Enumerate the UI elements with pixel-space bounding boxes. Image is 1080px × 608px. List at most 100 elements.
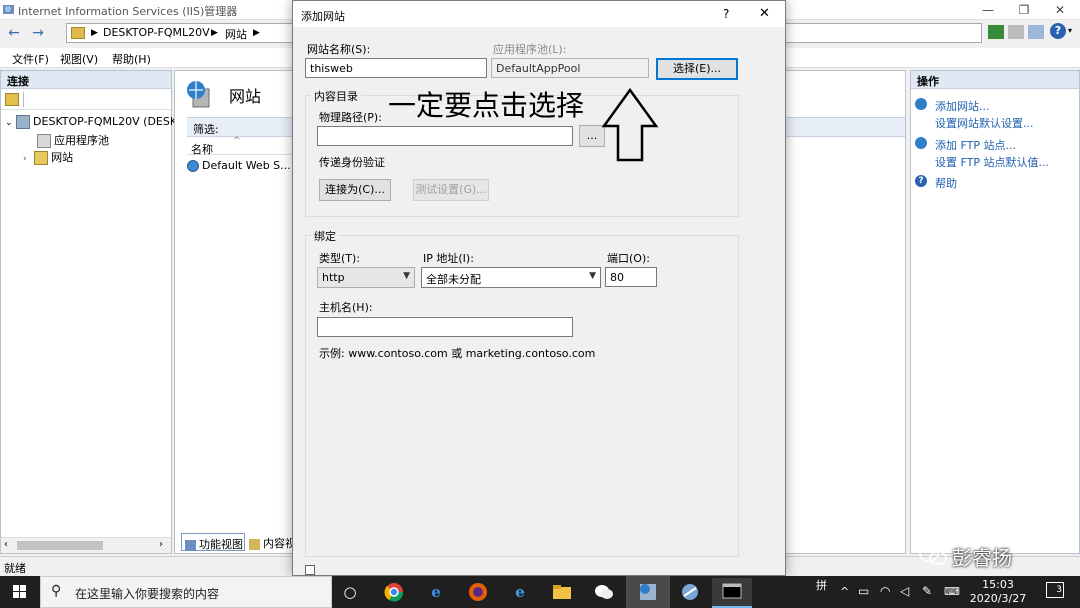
connections-toolbar [1,90,171,110]
taskbar-search-box[interactable]: ⚲ 在这里输入你要搜索的内容 [40,576,332,608]
tree-sites-label: 网站 [51,151,74,164]
scroll-left-icon[interactable]: ‹ [4,539,8,550]
passthrough-auth-label: 传递身份验证 [319,156,385,169]
menu-file[interactable]: 文件(F) [12,51,49,67]
column-name-label: 名称 [191,143,213,156]
clock-date: 2020/3/27 [969,592,1027,605]
action-help[interactable]: 帮助 [935,175,957,191]
actions-header: 操作 [911,71,1079,89]
port-label: 端口(O): [607,252,650,265]
actions-pane: 操作 添加网站... 设置网站默认设置... 添加 FTP 站点... 设置 F… [910,70,1080,554]
column-header-name[interactable]: 名称 ^ [187,136,293,156]
site-name-cell: Default Web S... [202,159,291,172]
control-panel-icon[interactable] [676,580,704,604]
chevron-up-icon[interactable]: ^ [840,585,849,598]
physical-path-input[interactable] [317,126,573,146]
tab-features-view[interactable]: 功能视图 [181,533,245,551]
annotation-text: 一定要点击选择 [388,89,585,122]
volume-icon[interactable]: ◁ [900,584,909,598]
search-icon: ⚲ [51,583,62,599]
horizontal-scrollbar[interactable]: ‹ › [1,537,171,553]
connections-header: 连接 [1,71,171,89]
cmd-taskbar-button[interactable] [712,578,752,608]
chevron-down-icon: ▼ [403,271,410,281]
collapse-icon[interactable]: ⌄ [5,118,13,128]
ime-indicator[interactable]: 拼 [816,577,827,593]
breadcrumb-sites[interactable]: 网站 [225,26,247,42]
help-dropdown-icon[interactable]: ▾ [1068,26,1072,35]
action-site-defaults[interactable]: 设置网站默认设置... [935,115,1034,131]
system-clock[interactable]: 15:03 2020/3/27 [960,578,1036,606]
menu-help[interactable]: 帮助(H) [112,51,151,67]
iis-taskbar-button-active[interactable] [626,576,670,608]
connect-as-button[interactable]: 连接为(C)... [319,179,391,201]
home-icon[interactable] [1028,25,1044,39]
features-view-icon [185,539,196,551]
edge-icon[interactable]: e [422,580,450,604]
table-row[interactable]: Default Web S... [187,159,297,175]
task-view-icon[interactable]: ○ [336,580,364,604]
iis-app-icon [2,3,15,16]
server-icon [16,115,31,129]
firefox-icon[interactable] [464,580,492,604]
tree-node-app-pools[interactable]: 应用程序池 [37,132,109,148]
chevron-down-icon: ▼ [589,271,596,281]
site-name-input[interactable]: thisweb [305,58,487,78]
tree-node-server[interactable]: ⌄ DESKTOP-FQML20V (DESK [5,115,177,129]
sites-title: 网站 [229,87,262,106]
connect-icon[interactable] [5,93,19,106]
type-select[interactable]: http ▼ [317,267,415,288]
action-add-site[interactable]: 添加网站... [935,98,990,114]
ip-address-select[interactable]: 全部未分配 ▼ [421,267,601,288]
type-label: 类型(T): [319,252,361,265]
tree-node-sites[interactable]: › 网站 [23,149,73,165]
tree-server-label: DESKTOP-FQML20V (DESK [33,115,178,128]
chrome-icon[interactable] [380,580,408,604]
network-icon[interactable]: ▭ [858,584,869,598]
filter-label: 筛选: [193,123,219,136]
host-name-input[interactable] [317,317,573,337]
help-icon[interactable]: ? [1050,23,1066,39]
port-input[interactable]: 80 [605,267,657,287]
forward-icon[interactable]: → [28,24,48,42]
keyboard-icon[interactable]: ⌨ [944,585,960,598]
partial-checkbox[interactable] [305,565,315,575]
back-icon[interactable]: ← [4,24,24,42]
minimize-icon[interactable]: — [970,0,1006,20]
tab-features-label: 功能视图 [199,538,243,551]
wechat-icon[interactable] [590,580,618,604]
maximize-icon[interactable]: ❐ [1006,0,1042,20]
dialog-help-button[interactable]: ? [723,7,729,21]
action-add-ftp[interactable]: 添加 FTP 站点... [935,137,1016,153]
type-select-value: http [322,271,345,284]
action-ftp-defaults[interactable]: 设置 FTP 站点默认值... [935,154,1049,170]
view-tabs: 功能视图 内容视 [179,533,309,553]
site-name-label: 网站名称(S): [307,43,371,56]
content-view-icon [249,538,260,550]
close-icon[interactable]: ✕ [1042,0,1078,20]
sites-folder-icon [34,151,49,165]
wifi-icon[interactable]: ◠ [880,584,890,598]
crumb-separator-icon: ▶ [211,28,218,38]
select-app-pool-button[interactable]: 选择(E)... [656,58,738,80]
stop-icon[interactable] [1008,25,1024,39]
scroll-right-icon[interactable]: › [159,539,163,550]
tree-app-pool-label: 应用程序池 [54,134,109,147]
notification-center-icon[interactable]: 3 [1046,582,1064,598]
host-name-label: 主机名(H): [319,301,373,314]
breadcrumb-server[interactable]: DESKTOP-FQML20V [103,26,210,39]
test-settings-button: 测试设置(G)... [413,179,489,201]
add-site-icon [915,98,927,110]
file-explorer-icon[interactable] [548,580,576,604]
menu-view[interactable]: 视图(V) [60,51,98,67]
scroll-thumb[interactable] [17,541,103,550]
internet-explorer-icon[interactable]: e [506,580,534,604]
pen-icon[interactable]: ✎ [922,584,932,598]
start-button[interactable] [0,576,40,608]
help-icon: ? [915,175,927,187]
expand-icon[interactable]: › [23,154,27,164]
dialog-close-button[interactable]: ✕ [759,6,770,21]
dialog-title-bar: 添加网站 ? ✕ [293,1,785,27]
sites-globe-icon [185,79,213,109]
refresh-icon[interactable] [988,25,1004,39]
